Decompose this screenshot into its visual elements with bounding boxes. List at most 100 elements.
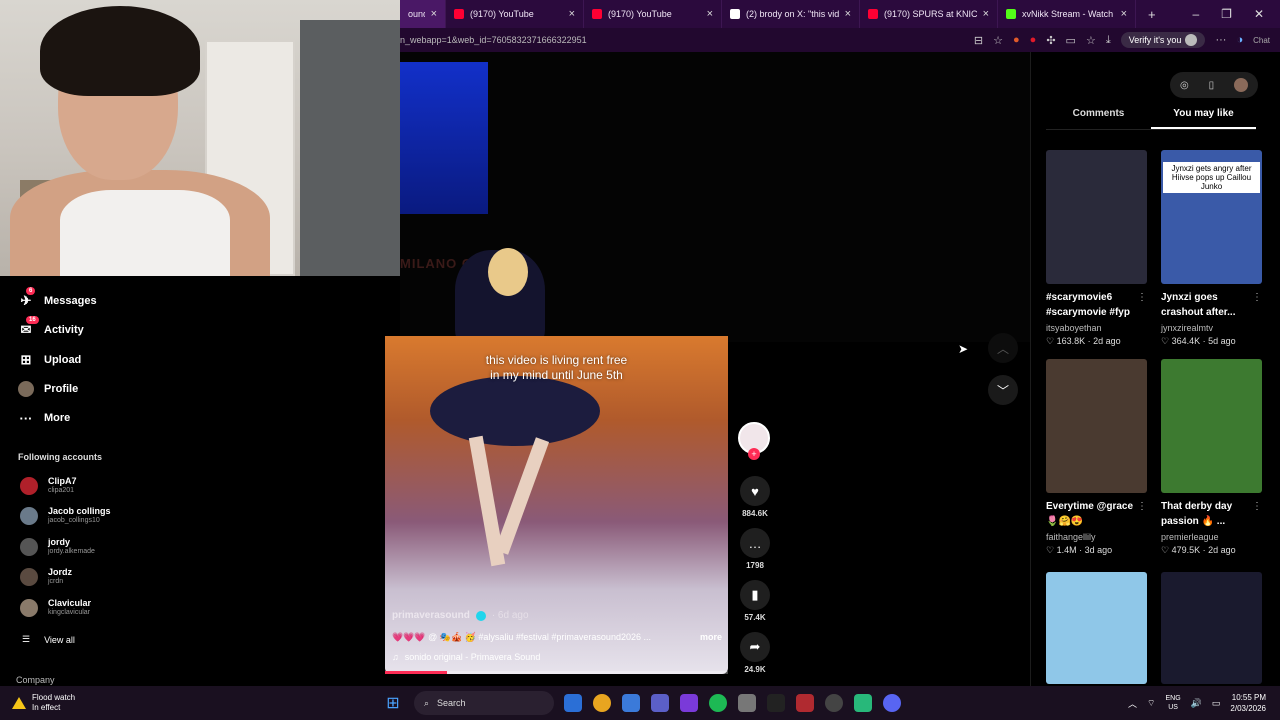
address-bar[interactable]: n_webapp=1&web_id=7605832371666322951 ⊟ … xyxy=(400,28,1280,52)
teams-icon[interactable] xyxy=(651,694,669,712)
follow-plus-icon[interactable]: + xyxy=(748,448,760,460)
browser-tab[interactable]: (9170) YouTube × xyxy=(446,0,584,28)
following-account[interactable]: ClipA7 clipa201 xyxy=(20,476,77,495)
browser-tab[interactable]: xvNikk Stream - Watch Live × xyxy=(998,0,1136,28)
taskbar-search[interactable]: ⌕ Search xyxy=(414,691,554,715)
close-tab-icon[interactable]: × xyxy=(845,8,851,20)
puzzle-icon[interactable]: ✣ xyxy=(1046,34,1055,47)
card-author[interactable]: jynxzirealmtv xyxy=(1161,322,1262,334)
verify-button[interactable]: Verify it's you xyxy=(1120,32,1206,48)
spotify-icon[interactable] xyxy=(709,694,727,712)
sidebar-item-more[interactable]: ··· More xyxy=(18,410,71,426)
card-author[interactable]: itsyaboyethan xyxy=(1046,322,1147,334)
volume-icon[interactable]: 🔊 xyxy=(1191,698,1202,709)
close-tab-icon[interactable]: × xyxy=(431,8,437,20)
sidebar-item-activity[interactable]: ✉ 16 Activity xyxy=(18,316,84,338)
clock[interactable]: 10:55 PM 2/03/2026 xyxy=(1230,692,1266,714)
tab-you-may-like[interactable]: You may like xyxy=(1151,108,1256,129)
url-text[interactable]: n_webapp=1&web_id=7605832371666322951 xyxy=(400,35,974,45)
language-indicator[interactable]: ENG US xyxy=(1166,694,1181,712)
browser-tab[interactable]: ound 20 × xyxy=(400,0,446,28)
vpn-icon[interactable] xyxy=(680,694,698,712)
next-video-button[interactable]: ﹀ xyxy=(988,375,1018,405)
view-all-button[interactable]: ☰ View all xyxy=(22,634,75,645)
video-thumbnail[interactable] xyxy=(1161,359,1262,493)
sidebar-item-messages[interactable]: ✈ 6 Messages xyxy=(18,287,97,309)
reader-icon[interactable]: ⊟ xyxy=(974,34,983,47)
app-green-icon[interactable] xyxy=(854,694,872,712)
chrome-icon[interactable] xyxy=(593,694,611,712)
following-account[interactable]: Jacob collings jacob_collings10 xyxy=(20,506,111,525)
more-button[interactable]: more xyxy=(700,632,722,643)
close-tab-icon[interactable]: × xyxy=(1121,8,1127,20)
video-thumbnail[interactable]: Jynxzi gets angry after Hiivse pops up C… xyxy=(1161,150,1262,284)
card-author[interactable]: faithangellily xyxy=(1046,531,1147,543)
following-account[interactable]: jordy jordy.alkemade xyxy=(20,537,95,556)
coin-icon[interactable]: ◎ xyxy=(1180,80,1189,91)
settings-icon[interactable] xyxy=(738,694,756,712)
more-options-icon[interactable]: ⋮ xyxy=(1137,292,1147,303)
notepad-icon[interactable] xyxy=(622,694,640,712)
restore-icon[interactable]: ❐ xyxy=(1221,7,1232,21)
app-red-icon[interactable] xyxy=(796,694,814,712)
star-icon[interactable]: ☆ xyxy=(993,34,1003,47)
chat-label[interactable]: Chat xyxy=(1253,36,1270,45)
favorites-icon[interactable]: ☆ xyxy=(1086,34,1096,47)
discord-icon[interactable] xyxy=(883,694,901,712)
battery-icon[interactable]: ▭ xyxy=(1212,698,1221,709)
edge-icon[interactable] xyxy=(564,694,582,712)
app-n-icon[interactable] xyxy=(767,694,785,712)
card-author[interactable]: premierleague xyxy=(1161,531,1262,543)
chevron-up-icon[interactable]: ︿ xyxy=(1128,697,1137,710)
more-options-icon[interactable]: ⋮ xyxy=(1252,501,1262,512)
browser-tab[interactable]: (9170) YouTube × xyxy=(584,0,722,28)
recommended-video-card[interactable] xyxy=(1046,572,1147,684)
browser-tab[interactable]: (2) brody on X: "this video w × xyxy=(722,0,860,28)
close-tab-icon[interactable]: × xyxy=(983,8,989,20)
user-avatar[interactable] xyxy=(1234,78,1249,92)
company-link[interactable]: Company xyxy=(16,675,55,685)
more-options-icon[interactable]: ⋮ xyxy=(1137,501,1147,512)
close-tab-icon[interactable]: × xyxy=(707,8,713,20)
save-button[interactable]: ▮ 57.4K xyxy=(736,580,774,622)
wifi-icon[interactable]: ⌔ xyxy=(1147,698,1155,709)
more-options-icon[interactable]: ⋮ xyxy=(1252,292,1262,303)
windows-start-icon[interactable]: ⊞ xyxy=(380,693,406,713)
recommended-video-card[interactable]: Jynxzi gets angry after Hiivse pops up C… xyxy=(1161,150,1262,348)
minimize-icon[interactable]: – xyxy=(1192,7,1199,21)
browser-tab[interactable]: (9170) SPURS at KNICKS | Fi × xyxy=(860,0,998,28)
following-account[interactable]: Jordz jcrdn xyxy=(20,567,72,586)
weather-widget[interactable]: Flood watch In effect xyxy=(0,693,380,713)
recommended-video-card[interactable]: #scarymovie6 #scarymovie #fyp itsyaboyetha… xyxy=(1046,150,1147,348)
download-icon[interactable]: ⤓ xyxy=(1106,34,1111,47)
video-sound[interactable]: ♫ sonido original - Primavera Sound xyxy=(392,652,540,662)
tab-comments[interactable]: Comments xyxy=(1046,108,1151,129)
recommended-video-card[interactable]: That derby day passion 🔥 ... premierleague… xyxy=(1161,359,1262,557)
close-tab-icon[interactable]: × xyxy=(569,8,575,20)
author-name[interactable]: primaverasound xyxy=(392,610,470,621)
video-thumbnail[interactable] xyxy=(1046,572,1147,684)
recommended-video-card[interactable] xyxy=(1161,572,1262,684)
copilot-icon[interactable]: ◑ xyxy=(1236,34,1243,46)
share-button[interactable]: ➦ 24.9K xyxy=(736,632,774,674)
extension-icon[interactable]: ● xyxy=(1030,34,1037,46)
following-account[interactable]: Clavicular kingclavicular xyxy=(20,598,91,617)
menu-icon[interactable]: ··· xyxy=(1215,34,1226,46)
sidebar-item-upload[interactable]: ⊞ Upload xyxy=(18,352,82,368)
video-thumbnail[interactable] xyxy=(1046,359,1147,493)
split-icon[interactable]: ▭ xyxy=(1066,34,1076,47)
video-thumbnail[interactable] xyxy=(1161,572,1262,684)
extension-icon[interactable]: ● xyxy=(1013,34,1020,46)
video-author[interactable]: primaverasound · 6d ago xyxy=(392,610,529,621)
sidebar-item-profile[interactable]: Profile xyxy=(18,381,78,397)
video-player[interactable] xyxy=(385,336,728,674)
obs-icon[interactable] xyxy=(825,694,843,712)
comment-button[interactable]: … 1798 xyxy=(736,528,774,570)
device-icon[interactable]: ▯ xyxy=(1209,80,1215,91)
video-progress-bar[interactable] xyxy=(385,671,728,674)
video-thumbnail[interactable] xyxy=(1046,150,1147,284)
close-window-icon[interactable]: ✕ xyxy=(1254,7,1264,21)
new-tab-button[interactable]: + xyxy=(1136,7,1168,22)
like-button[interactable]: ♥ 884.6K xyxy=(736,476,774,518)
recommended-video-card[interactable]: Everytime @grace 🌷🤗😍 faithangellily ♡ 1.4M … xyxy=(1046,359,1147,557)
